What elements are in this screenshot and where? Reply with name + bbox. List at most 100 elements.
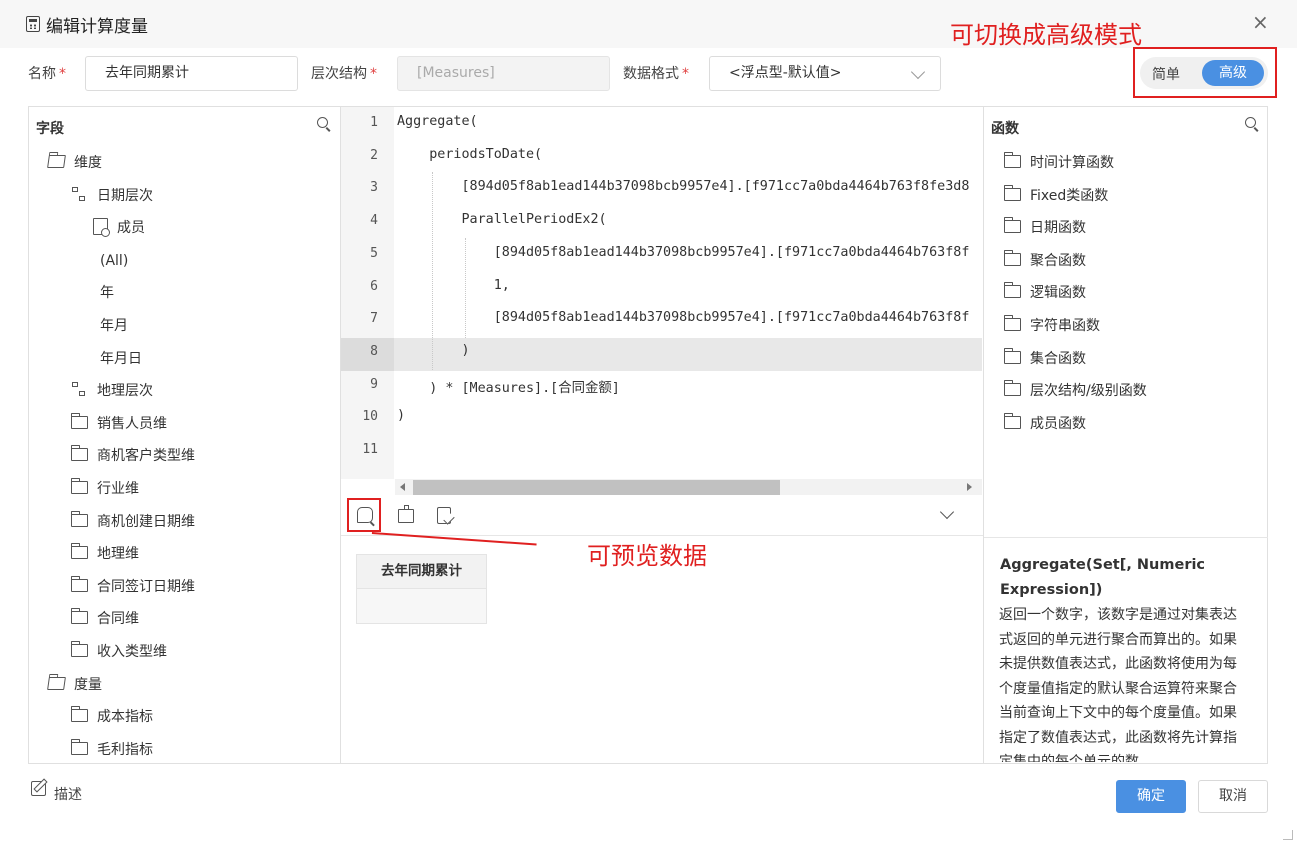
preview-column-header: 去年同期累计 <box>356 554 487 589</box>
scroll-left-icon[interactable] <box>400 483 405 491</box>
function-category-label: 层次结构/级别函数 <box>1030 383 1147 400</box>
tree-item[interactable]: 度量 <box>47 675 102 695</box>
code-line[interactable]: ) <box>397 343 982 358</box>
folder-icon <box>1003 380 1021 397</box>
calendar-icon[interactable] <box>398 505 414 523</box>
function-category-item[interactable]: 层次结构/级别函数 <box>1003 380 1147 401</box>
tree-item[interactable]: 商机客户类型维 <box>70 445 195 466</box>
folder-icon <box>70 706 88 723</box>
tree-item[interactable]: 合同维 <box>70 608 139 629</box>
tree-item-label: 合同维 <box>97 611 139 628</box>
search-icon[interactable] <box>1245 117 1256 128</box>
tree-item-label: 日期层次 <box>97 187 153 204</box>
function-category-label: 成员函数 <box>1030 415 1086 432</box>
preview-annotation-text: 可预览数据 <box>587 542 707 570</box>
folder-icon <box>70 641 88 657</box>
tree-item[interactable]: 商机创建日期维 <box>70 510 195 532</box>
tree-item[interactable]: 毛利指标 <box>70 738 153 760</box>
describe-link[interactable]: 描述 <box>54 784 82 804</box>
function-category-label: 日期函数 <box>1030 220 1086 237</box>
folder-icon <box>70 510 88 527</box>
function-category-item[interactable]: 集合函数 <box>1003 347 1086 369</box>
edit-icon[interactable] <box>31 781 46 796</box>
function-category-label: 聚合函数 <box>1030 252 1086 269</box>
format-label: 数据格式 * <box>623 66 689 82</box>
tree-item[interactable]: 合同签订日期维 <box>70 575 195 597</box>
folder-icon <box>1003 249 1021 266</box>
tree-item[interactable]: 维度 <box>47 153 102 173</box>
tree-item[interactable]: 行业维 <box>70 478 139 499</box>
code-line[interactable]: [894d05f8ab1ead144b37098bcb9957e4].[f971… <box>397 245 982 260</box>
line-number: 11 <box>362 442 378 457</box>
preview-cell <box>356 589 487 624</box>
tree-item[interactable]: (All) <box>100 251 128 271</box>
folder-icon <box>70 478 88 494</box>
tree-item-label: 维度 <box>74 155 102 171</box>
folder-open-icon <box>47 676 66 690</box>
member-icon <box>93 218 110 238</box>
close-icon[interactable]: × <box>1252 11 1269 33</box>
function-category-item[interactable]: 时间计算函数 <box>1003 152 1114 173</box>
tree-item[interactable]: 成本指标 <box>70 706 153 727</box>
ok-button[interactable]: 确定 <box>1116 780 1186 813</box>
functions-title: 函数 <box>991 121 1019 137</box>
cancel-button[interactable]: 取消 <box>1198 780 1268 813</box>
function-category-label: Fixed类函数 <box>1030 187 1109 204</box>
hierarchy-input: [Measures] <box>397 56 610 91</box>
code-line[interactable]: ParallelPeriodEx2( <box>397 212 982 227</box>
function-category-label: 字符串函数 <box>1030 318 1100 334</box>
function-category-item[interactable]: 聚合函数 <box>1003 249 1086 271</box>
name-input[interactable]: 去年同期累计 <box>85 56 298 91</box>
tree-item-label: 地理维 <box>97 546 139 563</box>
function-category-item[interactable]: 日期函数 <box>1003 217 1086 238</box>
resize-handle[interactable] <box>1283 830 1293 840</box>
code-line[interactable]: Aggregate( <box>397 114 982 129</box>
function-category-item[interactable]: Fixed类函数 <box>1003 184 1109 206</box>
tree-item[interactable]: 收入类型维 <box>70 641 167 662</box>
scrollbar-thumb[interactable] <box>413 480 780 495</box>
scroll-right-icon[interactable] <box>967 483 972 491</box>
tree-item-label: 年月 <box>100 318 128 334</box>
tree-item-label: 成本指标 <box>97 709 153 726</box>
fields-title: 字段 <box>36 121 64 137</box>
folder-icon <box>1003 412 1021 429</box>
hierarchy-label: 层次结构 * <box>311 66 377 82</box>
tree-item-label: 商机创建日期维 <box>97 513 195 530</box>
function-category-item[interactable]: 字符串函数 <box>1003 315 1100 336</box>
line-number: 6 <box>370 278 378 294</box>
tree-item-label: 度量 <box>74 676 102 693</box>
folder-icon <box>1003 152 1021 168</box>
folder-icon <box>70 575 88 592</box>
function-category-item[interactable]: 成员函数 <box>1003 412 1086 434</box>
tree-item[interactable]: 成员 <box>93 218 145 238</box>
tree-item[interactable]: 日期层次 <box>71 186 153 206</box>
preview-annotation-box <box>347 498 381 532</box>
tree-item[interactable]: 年月日 <box>100 349 142 369</box>
tree-item-label: 年月日 <box>100 350 142 367</box>
tree-item[interactable]: 年 <box>100 283 114 303</box>
function-help-text: 返回一个数字，该数字是通过对集表达式返回的单元进行聚合而算出的。如果未提供数值表… <box>999 607 1237 762</box>
tree-item[interactable]: 年月 <box>100 316 128 336</box>
validate-icon[interactable] <box>437 507 451 524</box>
tree-item[interactable]: 地理维 <box>70 543 139 564</box>
code-line[interactable]: ) <box>397 408 982 423</box>
code-line[interactable]: [894d05f8ab1ead144b37098bcb9957e4].[f971… <box>397 310 982 325</box>
hierarchy-icon <box>71 382 88 397</box>
calculator-icon <box>26 16 40 32</box>
folder-icon <box>1003 217 1021 234</box>
format-select[interactable]: <浮点型-默认值> <box>709 56 941 91</box>
line-number: 5 <box>370 245 378 261</box>
tree-item-label: 行业维 <box>97 481 139 497</box>
code-line[interactable]: periodsToDate( <box>397 147 982 162</box>
tree-item-label: 合同签订日期维 <box>97 578 195 595</box>
tree-item[interactable]: 地理层次 <box>71 381 153 401</box>
folder-icon <box>70 412 88 429</box>
function-category-item[interactable]: 逻辑函数 <box>1003 282 1086 303</box>
code-line[interactable]: ) * [Measures].[合同金额] <box>397 376 982 396</box>
tree-item-label: 成员 <box>117 220 145 237</box>
code-line[interactable]: 1, <box>397 278 982 293</box>
toggle-annotation-text: 可切换成高级模式 <box>950 21 1142 49</box>
code-line[interactable]: [894d05f8ab1ead144b37098bcb9957e4].[f971… <box>397 179 982 194</box>
tree-item[interactable]: 销售人员维 <box>70 412 167 434</box>
search-icon[interactable] <box>317 117 328 128</box>
